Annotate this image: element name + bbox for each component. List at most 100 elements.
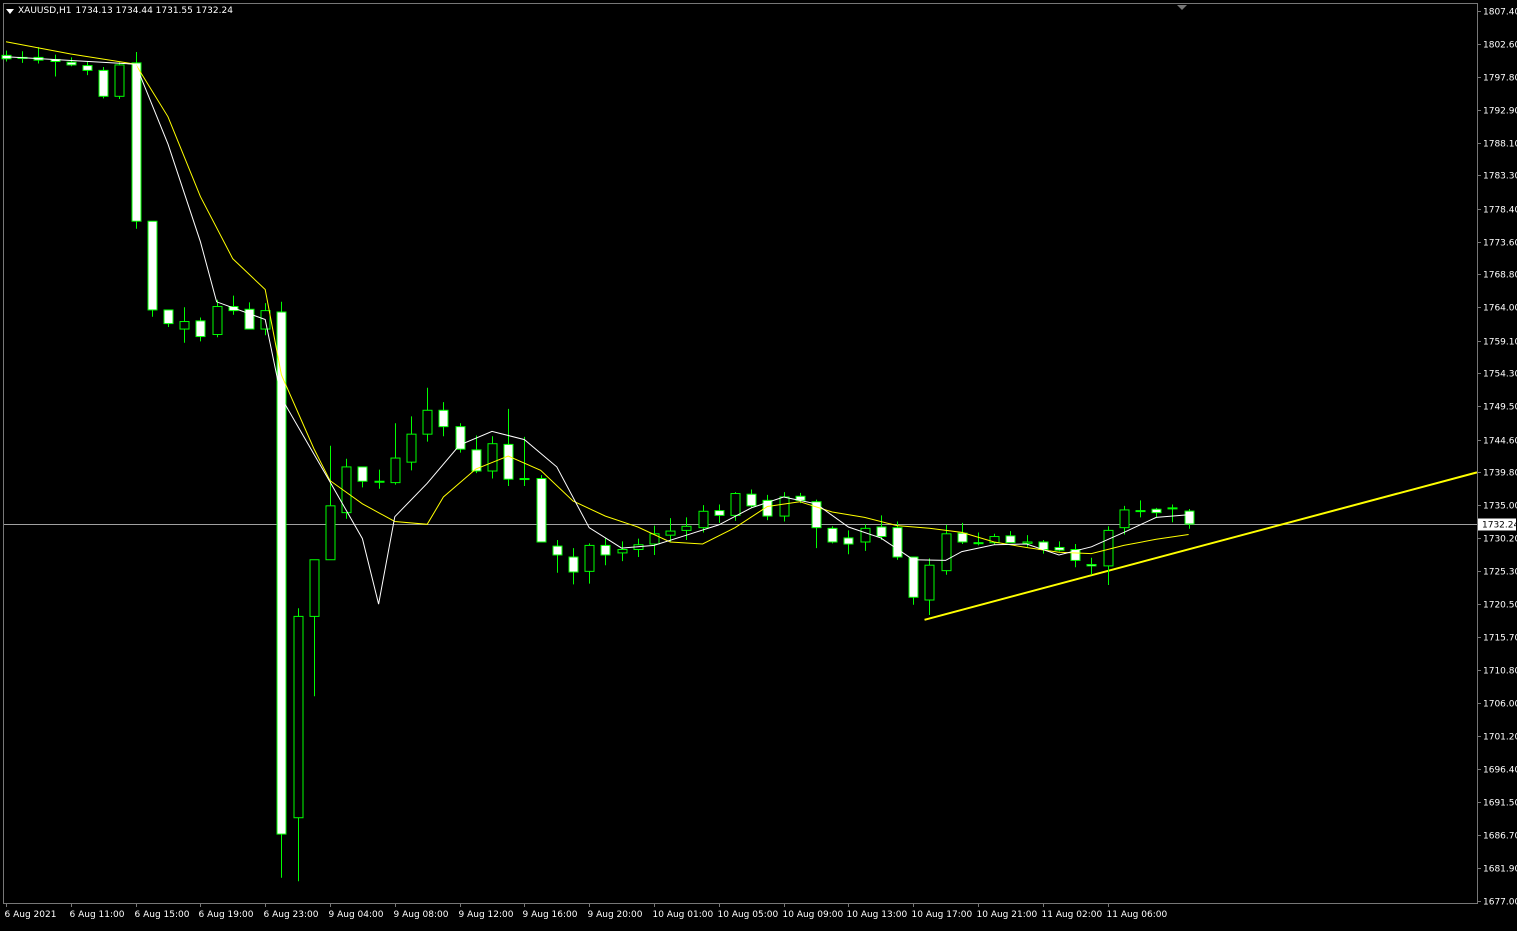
y-tick-label: 1744.60: [1483, 437, 1517, 447]
candle: [908, 556, 919, 605]
candle: [276, 301, 287, 878]
candle-body: [195, 320, 206, 338]
candle-body: [487, 443, 498, 472]
candle: [98, 66, 109, 99]
x-tick-label: 9 Aug 12:00: [459, 910, 514, 920]
candle-body: [1151, 508, 1162, 514]
y-tick-label: 1778.40: [1483, 206, 1517, 216]
candle-body: [1022, 541, 1033, 544]
candle-body: [924, 564, 935, 601]
chart-title-bar: XAUUSD,H1 1734.13 1734.44 1731.55 1732.2…: [6, 6, 233, 16]
candle-body: [1119, 509, 1130, 529]
y-tick-label: 1764.00: [1483, 304, 1517, 314]
candle-body: [179, 321, 190, 330]
y-tick-label: 1696.40: [1483, 766, 1517, 776]
x-tick-label: 11 Aug 02:00: [1042, 910, 1103, 920]
y-tick-label: 1788.10: [1483, 140, 1517, 150]
candle-body: [617, 549, 628, 554]
candle-body: [827, 527, 838, 543]
candle-body: [714, 510, 725, 516]
candle-body: [98, 69, 109, 97]
candle-body: [908, 556, 919, 598]
candle-body: [131, 62, 142, 222]
y-tick-label: 1797.80: [1483, 74, 1517, 84]
ohlc-readout: 1734.13 1734.44 1731.55 1732.24: [75, 6, 233, 16]
candle-body: [503, 443, 514, 480]
y-tick-label: 1730.20: [1483, 535, 1517, 545]
candle-body: [600, 544, 611, 556]
x-tick-label: 10 Aug 13:00: [847, 910, 908, 920]
candle: [892, 521, 903, 560]
candle: [114, 62, 125, 100]
x-tick-label: 10 Aug 05:00: [718, 910, 779, 920]
x-tick-label: 9 Aug 20:00: [588, 910, 643, 920]
y-tick-label: 1759.10: [1483, 338, 1517, 348]
candle-body: [892, 527, 903, 558]
x-tick-label: 9 Aug 04:00: [329, 910, 384, 920]
candle-body: [1054, 546, 1065, 551]
candle-body: [941, 533, 952, 572]
price-chart[interactable]: 1807.40 1802.60 1797.80 1792.90 1788.10 1783.…: [0, 0, 1517, 927]
y-tick-label: 1768.80: [1483, 271, 1517, 281]
candle-body: [843, 537, 854, 545]
candle-body: [212, 306, 223, 336]
candle-body: [66, 61, 77, 66]
candle-body: [163, 309, 174, 325]
x-tick-label: 6 Aug 15:00: [135, 910, 190, 920]
y-tick-label: 1783.30: [1483, 172, 1517, 182]
candle-body: [406, 433, 417, 463]
y-tick-label: 1686.70: [1483, 832, 1517, 842]
chart-canvas[interactable]: 1807.40 1802.60 1797.80 1792.90 1788.10 1783.…: [0, 0, 1517, 927]
candle-body: [422, 409, 433, 435]
candle-body: [552, 545, 563, 556]
y-tick-label: 1715.70: [1483, 634, 1517, 644]
candle-body: [681, 525, 692, 531]
x-tick-label: 9 Aug 16:00: [523, 910, 578, 920]
candle-body: [147, 220, 158, 311]
y-tick-label: 1792.90: [1483, 107, 1517, 117]
candle: [147, 220, 158, 317]
candle-body: [325, 505, 336, 561]
candle-body: [779, 496, 790, 517]
candle-body: [114, 64, 125, 97]
candle-body: [438, 409, 449, 428]
x-tick-label: 10 Aug 01:00: [653, 910, 714, 920]
candle-body: [957, 532, 968, 543]
x-tick-label: 10 Aug 21:00: [977, 910, 1038, 920]
candle-body: [649, 533, 660, 545]
candle-body: [1086, 564, 1097, 567]
x-tick-label: 6 Aug 2021: [5, 910, 57, 920]
y-tick-label: 1807.40: [1483, 8, 1517, 18]
candle: [536, 475, 547, 543]
candle-body: [390, 457, 401, 484]
candle-body: [730, 493, 741, 516]
candle-body: [519, 478, 530, 481]
candle-body: [665, 530, 676, 536]
y-tick-label: 1754.30: [1483, 370, 1517, 380]
y-tick-label: 1681.90: [1483, 865, 1517, 875]
candle-body: [568, 556, 579, 573]
candle-body: [357, 466, 368, 482]
y-tick-label: 1677.00: [1483, 898, 1517, 908]
collapse-triangle-icon[interactable]: [6, 8, 14, 14]
x-tick-label: 6 Aug 11:00: [70, 910, 125, 920]
y-tick-label: 1802.60: [1483, 41, 1517, 51]
candle-body: [698, 510, 709, 529]
y-tick-label: 1710.80: [1483, 667, 1517, 677]
candle-body: [1167, 507, 1178, 510]
candle: [827, 526, 838, 544]
candle-body: [82, 65, 93, 71]
candle-body: [1184, 510, 1195, 525]
y-tick-label: 1725.30: [1483, 568, 1517, 578]
candle-body: [536, 478, 547, 543]
y-tick-label: 1701.20: [1483, 733, 1517, 743]
candle-body: [1135, 510, 1146, 513]
x-tick-label: 10 Aug 09:00: [783, 910, 844, 920]
x-tick-label: 11 Aug 06:00: [1107, 910, 1168, 920]
candle-body: [1005, 535, 1016, 544]
current-price-label: 1732.24: [1482, 521, 1517, 531]
y-tick-label: 1749.50: [1483, 403, 1517, 413]
y-tick-label: 1739.80: [1483, 469, 1517, 479]
x-tick-label: 10 Aug 17:00: [912, 910, 973, 920]
symbol-label: XAUUSD,H1: [18, 6, 72, 16]
